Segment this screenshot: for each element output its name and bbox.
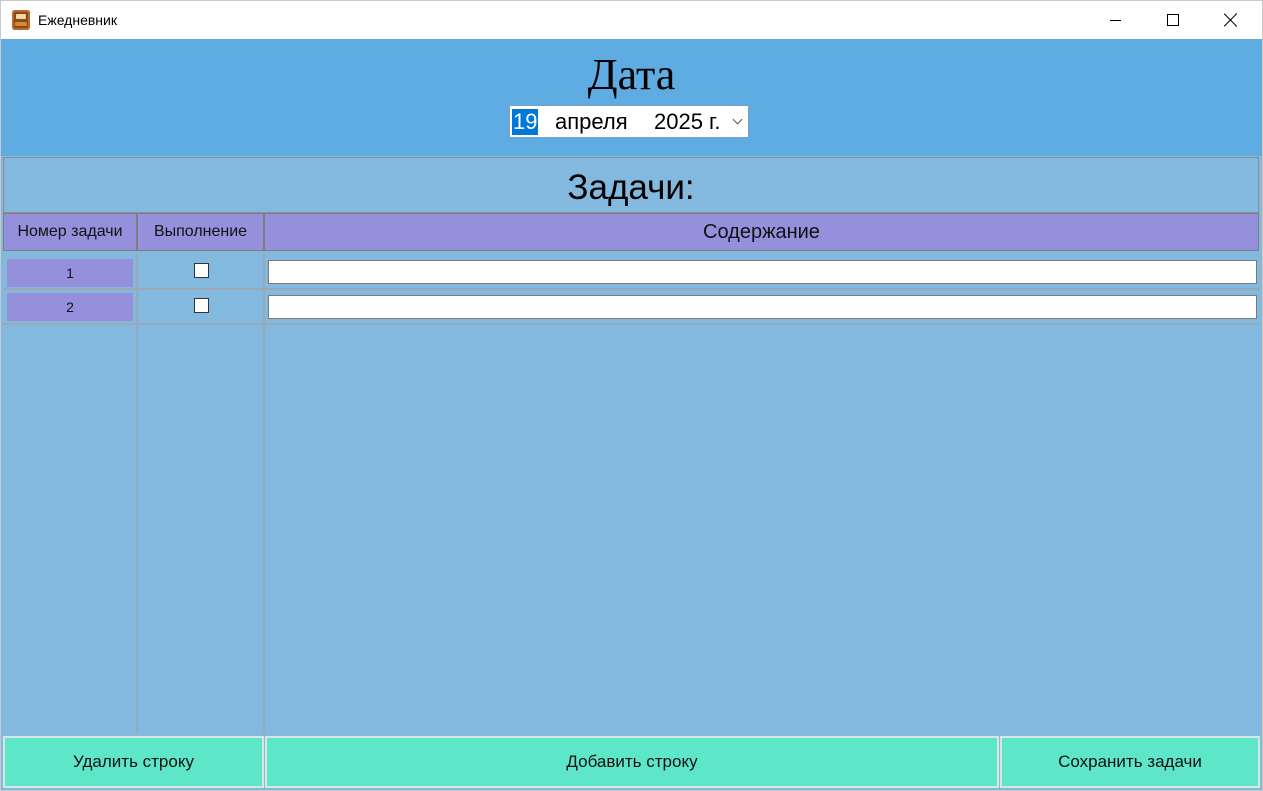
date-header: Дата 19 апреля 2025 г. <box>1 39 1262 156</box>
maximize-button[interactable] <box>1144 1 1202 39</box>
minimize-button[interactable] <box>1086 1 1144 39</box>
column-header-content[interactable]: Содержание <box>264 213 1259 251</box>
maximize-icon <box>1167 14 1179 26</box>
date-month[interactable]: апреля <box>555 109 628 135</box>
grid-divider <box>3 288 1259 290</box>
column-header-done[interactable]: Выполнение <box>137 213 264 251</box>
task-content-input[interactable] <box>268 260 1257 284</box>
date-heading: Дата <box>587 50 676 99</box>
grid-divider <box>136 253 138 733</box>
grid-divider <box>263 253 265 733</box>
task-number-cell: 2 <box>7 293 133 321</box>
close-icon <box>1224 13 1238 27</box>
add-row-button[interactable]: Добавить строку <box>265 736 999 788</box>
delete-row-button[interactable]: Удалить строку <box>3 736 264 788</box>
save-tasks-button[interactable]: Сохранить задачи <box>1000 736 1260 788</box>
tasks-title-box: Задачи: <box>3 157 1259 213</box>
minimize-icon <box>1109 19 1121 21</box>
date-year[interactable]: 2025 г. <box>654 109 721 135</box>
window-title: Ежедневник <box>38 12 117 28</box>
task-done-checkbox[interactable] <box>194 263 209 278</box>
app-window: Ежедневник Дата 19 апреля 2025 г. Задачи… <box>0 0 1263 791</box>
task-content-input[interactable] <box>268 295 1257 319</box>
grid-divider <box>3 323 1259 325</box>
close-button[interactable] <box>1202 1 1260 39</box>
diary-app-icon <box>12 10 30 30</box>
task-done-checkbox[interactable] <box>194 298 209 313</box>
task-number-cell: 1 <box>7 259 133 287</box>
date-picker[interactable]: 19 апреля 2025 г. <box>509 105 749 138</box>
tasks-heading: Задачи: <box>567 168 695 207</box>
date-day[interactable]: 19 <box>512 109 539 135</box>
chevron-down-icon[interactable] <box>732 114 743 125</box>
column-header-number[interactable]: Номер задачи <box>3 213 137 251</box>
title-bar: Ежедневник <box>1 1 1262 39</box>
